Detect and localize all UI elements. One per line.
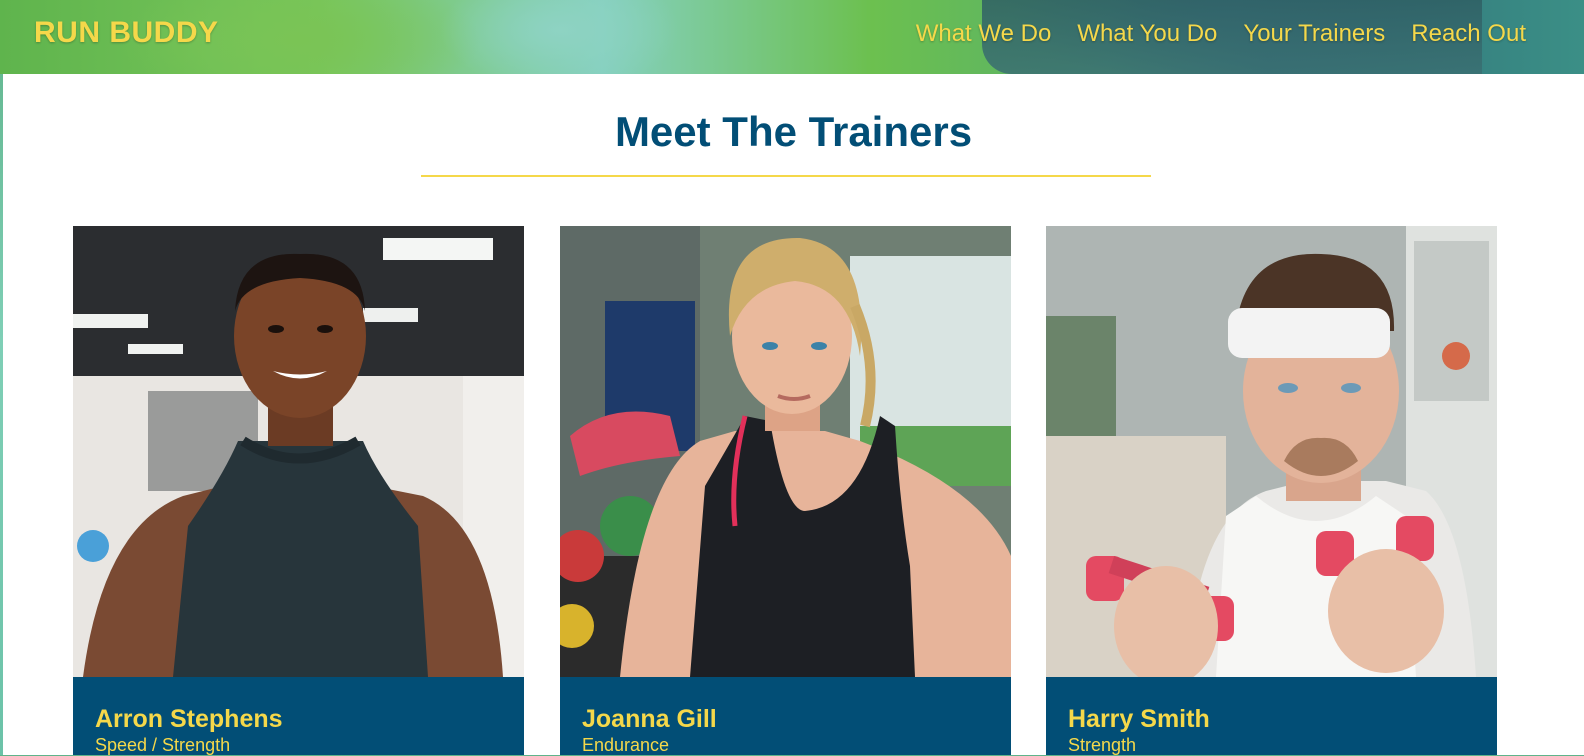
trainer-role: Speed / Strength [95, 735, 231, 755]
nav-link-what-we-do[interactable]: What We Do [916, 20, 1052, 48]
trainer-name: Harry Smith [1068, 705, 1210, 733]
trainer-photo [560, 226, 1011, 677]
nav-link-reach-out[interactable]: Reach Out [1411, 20, 1526, 48]
title-underline [421, 175, 1151, 177]
trainer-photo [1046, 226, 1497, 677]
trainer-card: Harry Smith Strength [1046, 226, 1497, 755]
trainer-card: Joanna Gill Endurance [560, 226, 1011, 755]
site-header: RUN BUDDY What We Do What You Do Your Tr… [0, 0, 1584, 74]
trainer-info: Arron Stephens Speed / Strength [73, 677, 524, 755]
site-logo[interactable]: RUN BUDDY [34, 16, 219, 50]
nav-link-what-you-do[interactable]: What You Do [1077, 20, 1217, 48]
section-title: Meet The Trainers [614, 108, 973, 155]
trainer-photo [73, 226, 524, 677]
nav-link-your-trainers[interactable]: Your Trainers [1243, 20, 1385, 48]
trainer-name: Joanna Gill [582, 705, 717, 733]
trainer-role: Endurance [582, 735, 670, 755]
trainers-section: Meet The Trainers Arron Stephens Speed /… [3, 74, 1584, 755]
trainer-name: Arron Stephens [95, 705, 283, 733]
trainer-role: Strength [1068, 735, 1137, 755]
trainer-info: Joanna Gill Endurance [560, 677, 1011, 755]
trainer-card: Arron Stephens Speed / Strength [73, 226, 524, 755]
trainer-info: Harry Smith Strength [1046, 677, 1497, 755]
main-nav: What We Do What You Do Your Trainers Rea… [916, 20, 1526, 48]
